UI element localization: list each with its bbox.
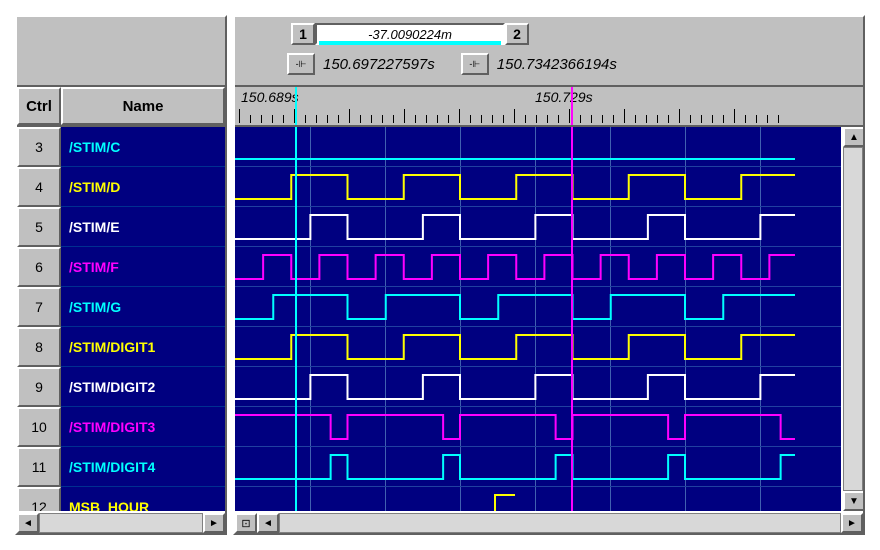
- wave-row: [235, 487, 841, 511]
- wave-scroll-right-button[interactable]: ►: [841, 513, 863, 533]
- scroll-right-button[interactable]: ►: [203, 513, 225, 533]
- signal-row[interactable]: 9/STIM/DIGIT2: [17, 367, 225, 407]
- signal-row[interactable]: 8/STIM/DIGIT1: [17, 327, 225, 367]
- cursor-2-line[interactable]: [571, 127, 573, 511]
- signal-row[interactable]: 5/STIM/E: [17, 207, 225, 247]
- signal-row[interactable]: 3/STIM/C: [17, 127, 225, 167]
- wave-row: [235, 207, 841, 247]
- signal-row[interactable]: 11/STIM/DIGIT4: [17, 447, 225, 487]
- signal-row-number[interactable]: 6: [17, 247, 61, 287]
- cursor-2-marker[interactable]: 2: [505, 23, 529, 45]
- cursor-1-step-button[interactable]: -⊩: [287, 53, 315, 75]
- signal-row-name[interactable]: /STIM/E: [61, 207, 225, 247]
- cursor-delta-value: -37.0090224m: [315, 23, 505, 45]
- signal-row[interactable]: 12MSB_HOUR: [17, 487, 225, 511]
- cursor-1-line[interactable]: [295, 127, 297, 511]
- signal-row-name[interactable]: /STIM/F: [61, 247, 225, 287]
- wave-row: [235, 367, 841, 407]
- wave-row: [235, 447, 841, 487]
- signal-row-number[interactable]: 11: [17, 447, 61, 487]
- wave-scroll-left-button[interactable]: ◄: [257, 513, 279, 533]
- column-header-name[interactable]: Name: [61, 87, 225, 125]
- wave-row: [235, 407, 841, 447]
- signal-list-hscrollbar[interactable]: ◄ ►: [17, 511, 225, 533]
- signal-row-name[interactable]: /STIM/D: [61, 167, 225, 207]
- zoom-fit-button[interactable]: ⊡: [235, 513, 257, 533]
- wave-row: [235, 327, 841, 367]
- scroll-track[interactable]: [39, 513, 203, 533]
- time-ruler[interactable]: 150.689s 150.729s: [235, 87, 863, 127]
- signal-row-number[interactable]: 10: [17, 407, 61, 447]
- waveform-hscrollbar[interactable]: ⊡ ◄ ►: [235, 511, 863, 533]
- waveform-panel: 1 -37.0090224m 2 -⊩ 150.697227597s -⊩ 15…: [233, 15, 865, 535]
- signal-row-name[interactable]: /STIM/G: [61, 287, 225, 327]
- wave-scroll-track[interactable]: [279, 513, 841, 533]
- waveform-canvas[interactable]: [235, 127, 841, 511]
- signal-row-number[interactable]: 3: [17, 127, 61, 167]
- cursor-1-marker[interactable]: 1: [291, 23, 315, 45]
- scroll-up-button[interactable]: ▲: [843, 127, 863, 147]
- scroll-down-button[interactable]: ▼: [843, 491, 863, 511]
- wave-row: [235, 167, 841, 207]
- waveform-area: ▲ ▼: [235, 127, 863, 511]
- signal-row-number[interactable]: 4: [17, 167, 61, 207]
- cursor-2-time: 150.7342366194s: [489, 56, 625, 73]
- signal-row[interactable]: 10/STIM/DIGIT3: [17, 407, 225, 447]
- signal-row-name[interactable]: /STIM/DIGIT2: [61, 367, 225, 407]
- signal-row-name[interactable]: /STIM/DIGIT4: [61, 447, 225, 487]
- ruler-ticks: [235, 109, 863, 123]
- cursor-header: 1 -37.0090224m 2 -⊩ 150.697227597s -⊩ 15…: [235, 17, 863, 87]
- signal-rows: 3/STIM/C4/STIM/D5/STIM/E6/STIM/F7/STIM/G…: [17, 127, 225, 511]
- wave-row: [235, 127, 841, 167]
- ruler-label-2: 150.729s: [535, 89, 593, 105]
- cursor-2-step-button[interactable]: -⊩: [461, 53, 489, 75]
- signal-row-number[interactable]: 7: [17, 287, 61, 327]
- waveform-viewer: Ctrl Name 3/STIM/C4/STIM/D5/STIM/E6/STIM…: [15, 15, 865, 535]
- waveform-vscrollbar[interactable]: ▲ ▼: [841, 127, 863, 511]
- signal-row-number[interactable]: 12: [17, 487, 61, 511]
- signal-row[interactable]: 6/STIM/F: [17, 247, 225, 287]
- scroll-left-button[interactable]: ◄: [17, 513, 39, 533]
- signal-row-name[interactable]: /STIM/DIGIT1: [61, 327, 225, 367]
- left-header-spacer: [17, 17, 225, 87]
- signal-list-header: Ctrl Name: [17, 87, 225, 127]
- signal-row-name[interactable]: /STIM/C: [61, 127, 225, 167]
- signal-row-name[interactable]: /STIM/DIGIT3: [61, 407, 225, 447]
- signal-list-panel: Ctrl Name 3/STIM/C4/STIM/D5/STIM/E6/STIM…: [15, 15, 227, 535]
- wave-row: [235, 287, 841, 327]
- signal-row-number[interactable]: 5: [17, 207, 61, 247]
- wave-row: [235, 247, 841, 287]
- vscroll-track[interactable]: [843, 147, 863, 491]
- cursor-1-time: 150.697227597s: [315, 56, 443, 73]
- signal-row-number[interactable]: 8: [17, 327, 61, 367]
- signal-row[interactable]: 7/STIM/G: [17, 287, 225, 327]
- signal-row-name[interactable]: MSB_HOUR: [61, 487, 225, 511]
- signal-row-number[interactable]: 9: [17, 367, 61, 407]
- column-header-ctrl[interactable]: Ctrl: [17, 87, 61, 125]
- ruler-label-1: 150.689s: [241, 89, 299, 105]
- signal-row[interactable]: 4/STIM/D: [17, 167, 225, 207]
